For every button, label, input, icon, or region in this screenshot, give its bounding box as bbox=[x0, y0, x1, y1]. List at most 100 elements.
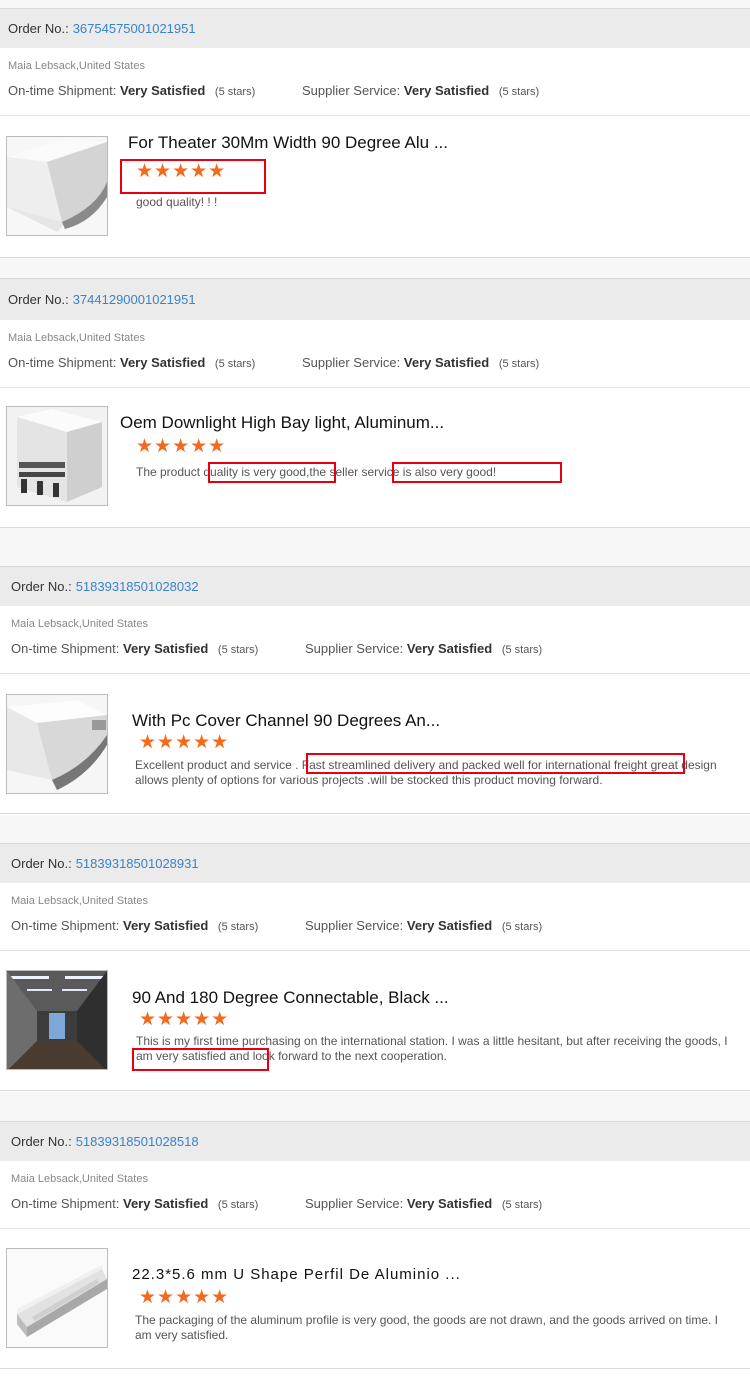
shipment-value: Very Satisfied bbox=[123, 1196, 209, 1211]
card-gap bbox=[0, 815, 750, 843]
order-label: Order No.: bbox=[11, 579, 72, 594]
order-number-link[interactable]: 37441290001021951 bbox=[73, 292, 196, 307]
highlight-box bbox=[306, 753, 685, 774]
shipment-value: Very Satisfied bbox=[123, 918, 209, 933]
highlight-box bbox=[208, 462, 336, 483]
shipment-value: Very Satisfied bbox=[120, 83, 206, 98]
service-rating: Supplier Service: Very Satisfied (5 star… bbox=[305, 1196, 542, 1211]
highlight-box bbox=[132, 1048, 269, 1071]
shipment-label: On-time Shipment: bbox=[11, 918, 120, 933]
star-rating: ★★★★★ bbox=[139, 1287, 230, 1308]
buyer-meta: Maia Lebsack,United States On-time Shipm… bbox=[0, 48, 750, 116]
service-rating: Supplier Service: Very Satisfied (5 star… bbox=[305, 918, 542, 933]
buyer-name: Maia Lebsack,United States bbox=[8, 60, 145, 72]
review-card: Order No.: 51839318501028931 Maia Lebsac… bbox=[0, 843, 750, 1091]
product-title[interactable]: Oem Downlight High Bay light, Aluminum..… bbox=[120, 413, 444, 433]
order-header: Order No.: 51839318501028518 bbox=[0, 1121, 750, 1161]
service-stars: (5 stars) bbox=[498, 358, 540, 370]
review-card: Order No.: 37441290001021951 Maia Lebsac… bbox=[0, 278, 750, 528]
product-review: Oem Downlight High Bay light, Aluminum..… bbox=[0, 388, 750, 528]
rating-row: On-time Shipment: Very Satisfied (5 star… bbox=[8, 83, 539, 98]
review-card: Order No.: 51839318501028518 Maia Lebsac… bbox=[0, 1121, 750, 1369]
service-label: Supplier Service: bbox=[305, 918, 404, 933]
highlight-box bbox=[120, 159, 266, 194]
card-gap bbox=[0, 0, 750, 8]
order-header: Order No.: 36754575001021951 bbox=[0, 8, 750, 48]
buyer-name: Maia Lebsack,United States bbox=[11, 618, 148, 630]
shipment-value: Very Satisfied bbox=[123, 641, 209, 656]
product-review: 22.3*5.6 mm U Shape Perfil De Aluminio .… bbox=[0, 1229, 750, 1369]
product-thumbnail[interactable] bbox=[6, 1248, 108, 1348]
product-review: For Theater 30Mm Width 90 Degree Alu ...… bbox=[0, 116, 750, 258]
buyer-meta: Maia Lebsack,United States On-time Shipm… bbox=[0, 1161, 750, 1229]
rating-row: On-time Shipment: Very Satisfied (5 star… bbox=[11, 641, 542, 656]
shipment-label: On-time Shipment: bbox=[8, 83, 117, 98]
order-header: Order No.: 37441290001021951 bbox=[0, 278, 750, 320]
product-title[interactable]: 90 And 180 Degree Connectable, Black ... bbox=[132, 988, 449, 1008]
order-label: Order No.: bbox=[11, 1134, 72, 1149]
order-label: Order No.: bbox=[8, 292, 69, 307]
rating-row: On-time Shipment: Very Satisfied (5 star… bbox=[11, 918, 542, 933]
card-gap bbox=[0, 258, 750, 278]
product-title[interactable]: 22.3*5.6 mm U Shape Perfil De Aluminio .… bbox=[132, 1266, 461, 1283]
rating-row: On-time Shipment: Very Satisfied (5 star… bbox=[11, 1196, 542, 1211]
service-rating: Supplier Service: Very Satisfied (5 star… bbox=[302, 83, 539, 98]
service-rating: Supplier Service: Very Satisfied (5 star… bbox=[302, 355, 539, 370]
review-text: good quality! ! ! bbox=[136, 195, 218, 209]
star-rating: ★★★★★ bbox=[139, 1009, 230, 1030]
buyer-name: Maia Lebsack,United States bbox=[11, 895, 148, 907]
service-value: Very Satisfied bbox=[403, 355, 490, 370]
order-label: Order No.: bbox=[8, 21, 69, 36]
buyer-meta: Maia Lebsack,United States On-time Shipm… bbox=[0, 320, 750, 388]
card-gap bbox=[0, 528, 750, 566]
product-title[interactable]: For Theater 30Mm Width 90 Degree Alu ... bbox=[128, 133, 448, 153]
product-thumbnail[interactable] bbox=[6, 694, 108, 794]
shipment-label: On-time Shipment: bbox=[11, 1196, 120, 1211]
service-value: Very Satisfied bbox=[406, 918, 493, 933]
buyer-meta: Maia Lebsack,United States On-time Shipm… bbox=[0, 606, 750, 674]
shipment-stars: (5 stars) bbox=[217, 1199, 259, 1211]
shipment-stars: (5 stars) bbox=[214, 86, 256, 98]
buyer-name: Maia Lebsack,United States bbox=[8, 332, 145, 344]
star-rating: ★★★★★ bbox=[139, 732, 230, 753]
product-review: 90 And 180 Degree Connectable, Black ...… bbox=[0, 951, 750, 1091]
service-value: Very Satisfied bbox=[406, 1196, 493, 1211]
star-rating: ★★★★★ bbox=[136, 436, 227, 457]
service-stars: (5 stars) bbox=[501, 644, 543, 656]
review-text: The packaging of the aluminum profile is… bbox=[135, 1313, 719, 1342]
card-gap bbox=[0, 1092, 750, 1121]
service-value: Very Satisfied bbox=[406, 641, 493, 656]
order-number-link[interactable]: 51839318501028518 bbox=[76, 1134, 199, 1149]
service-value: Very Satisfied bbox=[403, 83, 490, 98]
shipment-label: On-time Shipment: bbox=[8, 355, 117, 370]
shipment-stars: (5 stars) bbox=[217, 921, 259, 933]
service-stars: (5 stars) bbox=[501, 921, 543, 933]
product-thumbnail[interactable] bbox=[6, 406, 108, 506]
product-title[interactable]: With Pc Cover Channel 90 Degrees An... bbox=[132, 711, 440, 731]
product-thumbnail[interactable] bbox=[6, 970, 108, 1070]
order-number-link[interactable]: 51839318501028032 bbox=[76, 579, 199, 594]
shipment-label: On-time Shipment: bbox=[11, 641, 120, 656]
order-label: Order No.: bbox=[11, 856, 72, 871]
shipment-stars: (5 stars) bbox=[217, 644, 259, 656]
highlight-box bbox=[392, 462, 562, 483]
order-number-link[interactable]: 51839318501028931 bbox=[76, 856, 199, 871]
buyer-meta: Maia Lebsack,United States On-time Shipm… bbox=[0, 883, 750, 951]
shipment-value: Very Satisfied bbox=[120, 355, 206, 370]
service-stars: (5 stars) bbox=[498, 86, 540, 98]
service-rating: Supplier Service: Very Satisfied (5 star… bbox=[305, 641, 542, 656]
service-label: Supplier Service: bbox=[302, 83, 401, 98]
order-number-link[interactable]: 36754575001021951 bbox=[73, 21, 196, 36]
product-thumbnail[interactable] bbox=[6, 136, 108, 236]
review-card: Order No.: 51839318501028032 Maia Lebsac… bbox=[0, 566, 750, 814]
order-header: Order No.: 51839318501028032 bbox=[0, 566, 750, 606]
service-label: Supplier Service: bbox=[305, 641, 404, 656]
product-review: With Pc Cover Channel 90 Degrees An... ★… bbox=[0, 674, 750, 814]
order-header: Order No.: 51839318501028931 bbox=[0, 843, 750, 883]
rating-row: On-time Shipment: Very Satisfied (5 star… bbox=[8, 355, 539, 370]
service-label: Supplier Service: bbox=[302, 355, 401, 370]
review-card: Order No.: 36754575001021951 Maia Lebsac… bbox=[0, 8, 750, 258]
service-stars: (5 stars) bbox=[501, 1199, 543, 1211]
service-label: Supplier Service: bbox=[305, 1196, 404, 1211]
shipment-stars: (5 stars) bbox=[214, 358, 256, 370]
